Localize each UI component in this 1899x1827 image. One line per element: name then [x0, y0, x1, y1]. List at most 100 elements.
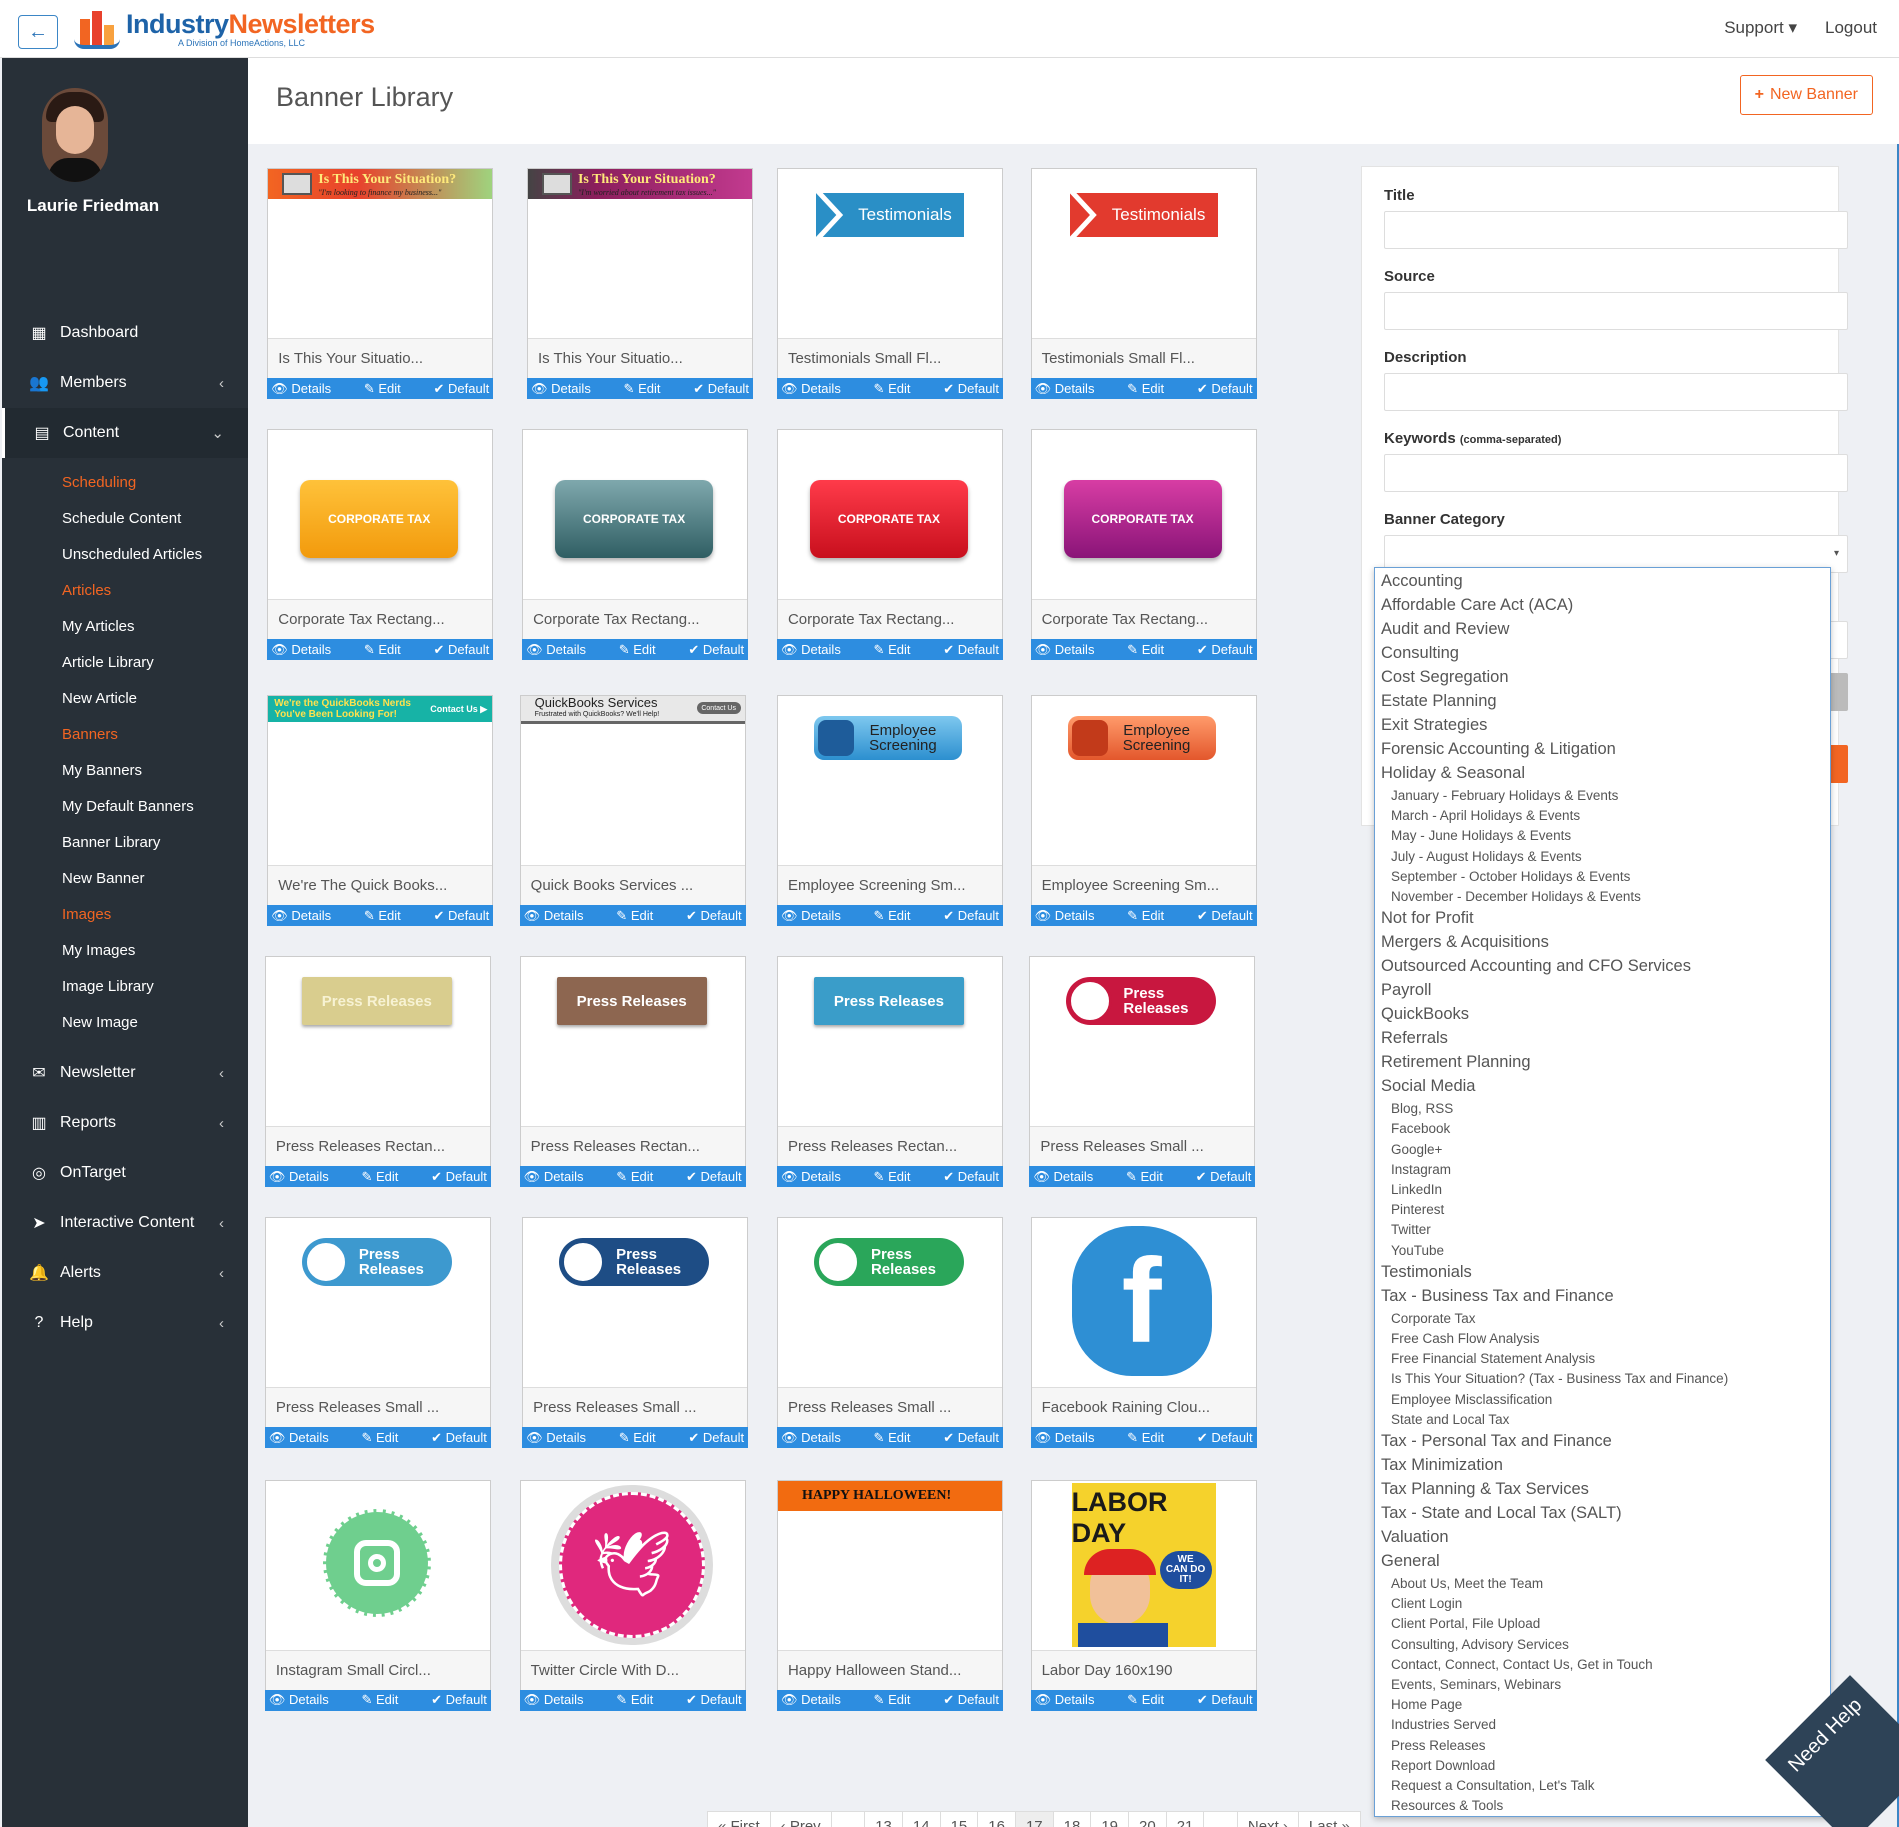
category-option[interactable]: Tax - State and Local Tax (SALT)	[1381, 1504, 1622, 1523]
page-link[interactable]: 17	[1015, 1812, 1054, 1827]
category-option[interactable]: Tax - Personal Tax and Finance	[1381, 1432, 1612, 1451]
support-menu[interactable]: Support ▾	[1724, 18, 1797, 38]
category-option[interactable]: Audit and Review	[1381, 620, 1509, 639]
category-option[interactable]: Request a Consultation, Let's Talk	[1391, 1778, 1594, 1793]
details-button[interactable]: 👁 Details	[271, 381, 331, 397]
banner-thumbnail-laborday[interactable]: LABOR DAY WE CAN DO IT!	[1032, 1481, 1256, 1649]
page-link[interactable]: ...	[832, 1812, 866, 1827]
details-button[interactable]: 👁 Details	[526, 642, 586, 658]
category-option[interactable]: Client Portal, File Upload	[1391, 1616, 1540, 1631]
details-button[interactable]: 👁 Details	[781, 1692, 841, 1708]
banner-thumbnail-halloween[interactable]: HAPPY HALLOWEEN!	[777, 1480, 1002, 1649]
category-option[interactable]: Mergers & Acquisitions	[1381, 933, 1549, 952]
default-button[interactable]: ✔ Default	[693, 381, 749, 397]
default-button[interactable]: ✔ Default	[943, 642, 999, 658]
category-option[interactable]: Payroll	[1381, 981, 1431, 1000]
page-link[interactable]: 21	[1167, 1812, 1205, 1827]
category-option[interactable]: Exit Strategies	[1381, 716, 1487, 735]
new-banner-button[interactable]: + New Banner	[1739, 75, 1873, 115]
category-option[interactable]: State and Local Tax	[1391, 1412, 1509, 1427]
banner-card[interactable]: We're the QuickBooks Nerds You've Been L…	[267, 695, 494, 927]
category-option[interactable]: Pinterest	[1391, 1202, 1444, 1217]
category-option[interactable]: Events, Seminars, Webinars	[1391, 1677, 1561, 1692]
details-button[interactable]: 👁 Details	[1035, 642, 1095, 658]
edit-button[interactable]: ✎ Edit	[364, 381, 401, 397]
category-option[interactable]: Social Media	[1381, 1077, 1475, 1096]
edit-button[interactable]: ✎ Edit	[874, 1430, 911, 1446]
sidebar-sub-image-library[interactable]: Image Library	[2, 968, 248, 1004]
banner-card[interactable]: Press Releases Press Releases Small ... …	[264, 1217, 491, 1449]
sidebar-item-reports[interactable]: ▥ Reports ‹	[2, 1098, 248, 1148]
page-link[interactable]: ...	[1204, 1812, 1238, 1827]
banner-card[interactable]: Testimonials Testimonials Small Fl... 👁 …	[1030, 168, 1257, 399]
sidebar-item-newsletter[interactable]: ✉ Newsletter ‹	[2, 1048, 248, 1098]
sidebar-item-dashboard[interactable]: ▦ Dashboard	[2, 308, 248, 358]
banner-thumbnail-prs-green[interactable]: Press Releases	[778, 1218, 1002, 1386]
banner-thumbnail-situation-finance[interactable]: Is This Your Situation? "I'm looking to f…	[268, 169, 493, 337]
banner-thumbnail-emp-orange[interactable]: Employee Screening	[1032, 696, 1256, 864]
page-link[interactable]: 19	[1091, 1812, 1130, 1827]
category-option[interactable]: General	[1381, 1552, 1440, 1571]
default-button[interactable]: ✔ Default	[434, 908, 490, 924]
sidebar-sub-new-image[interactable]: New Image	[2, 1004, 248, 1040]
category-option[interactable]: Testimonials	[1381, 1263, 1472, 1282]
details-button[interactable]: 👁 Details	[269, 1169, 329, 1185]
banner-card[interactable]: f Facebook Raining Clou... 👁 Details ✎ E…	[1030, 1217, 1257, 1449]
page-link[interactable]: Last »	[1299, 1812, 1360, 1827]
details-button[interactable]: 👁 Details	[781, 1430, 841, 1446]
sidebar-sub-my-default-banners[interactable]: My Default Banners	[2, 788, 248, 824]
banner-card[interactable]: 🕊 Twitter Circle With D... 👁 Details ✎ E…	[519, 1479, 746, 1711]
sidebar-sub-images[interactable]: Images	[2, 896, 248, 932]
details-button[interactable]: 👁 Details	[1035, 1692, 1095, 1708]
page-link[interactable]: 15	[941, 1812, 979, 1827]
sidebar-sub-my-images[interactable]: My Images	[2, 932, 248, 968]
sidebar-sub-new-article[interactable]: New Article	[2, 680, 248, 716]
category-option[interactable]: March - April Holidays & Events	[1391, 808, 1580, 823]
default-button[interactable]: ✔ Default	[686, 1169, 742, 1185]
page-link[interactable]: Next ›	[1238, 1812, 1299, 1827]
default-button[interactable]: ✔ Default	[943, 1430, 999, 1446]
category-option[interactable]: Press Releases	[1391, 1738, 1486, 1753]
default-button[interactable]: ✔ Default	[688, 642, 744, 658]
category-option[interactable]: November - December Holidays & Events	[1391, 889, 1641, 904]
banner-thumbnail-facebook[interactable]: f	[1032, 1218, 1256, 1386]
category-option[interactable]: Free Financial Statement Analysis	[1391, 1351, 1595, 1366]
edit-button[interactable]: ✎ Edit	[624, 381, 661, 397]
default-button[interactable]: ✔ Default	[943, 1692, 999, 1708]
banner-card[interactable]: Press Releases Press Releases Rectan... …	[776, 956, 1003, 1188]
category-option[interactable]: Home Page	[1391, 1697, 1462, 1712]
edit-button[interactable]: ✎ Edit	[361, 1430, 398, 1446]
default-button[interactable]: ✔ Default	[943, 1169, 999, 1185]
default-button[interactable]: ✔ Default	[1197, 908, 1253, 924]
banner-card[interactable]: CORPORATE TAX Corporate Tax Rectang... 👁…	[522, 429, 749, 661]
category-option[interactable]: Blog, RSS	[1391, 1101, 1453, 1116]
details-button[interactable]: 👁 Details	[271, 908, 331, 924]
banner-card[interactable]: QuickBooks Services Frustrated with Quick…	[519, 695, 746, 927]
banner-card[interactable]: Press Releases Press Releases Small ... …	[522, 1217, 749, 1449]
edit-button[interactable]: ✎ Edit	[619, 642, 656, 658]
sidebar-item-help[interactable]: ? Help ‹	[2, 1298, 248, 1348]
details-button[interactable]: 👁 Details	[781, 908, 841, 924]
page-link[interactable]: « First	[708, 1812, 771, 1827]
banner-card[interactable]: CORPORATE TAX Corporate Tax Rectang... 👁…	[1030, 429, 1257, 661]
banner-card[interactable]: CORPORATE TAX Corporate Tax Rectang... 👁…	[776, 429, 1003, 661]
banner-card[interactable]: Press Releases Press Releases Small ... …	[1029, 956, 1256, 1188]
edit-button[interactable]: ✎ Edit	[616, 1169, 653, 1185]
avatar[interactable]	[42, 88, 108, 182]
banner-card[interactable]: Is This Your Situation? "I'm looking to f…	[267, 168, 494, 399]
banner-card[interactable]: HAPPY HALLOWEEN! Happy Halloween Stand..…	[776, 1479, 1003, 1711]
sidebar-sub-my-articles[interactable]: My Articles	[2, 608, 248, 644]
default-button[interactable]: ✔ Default	[1197, 1692, 1253, 1708]
edit-button[interactable]: ✎ Edit	[874, 381, 911, 397]
banner-thumbnail-corp-orange[interactable]: CORPORATE TAX	[268, 430, 492, 598]
sidebar-sub-banners[interactable]: Banners	[2, 716, 248, 752]
edit-button[interactable]: ✎ Edit	[616, 908, 653, 924]
category-option[interactable]: Tax Minimization	[1381, 1456, 1503, 1475]
category-option[interactable]: Outsourced Accounting and CFO Services	[1381, 957, 1691, 976]
category-option[interactable]: YouTube	[1391, 1243, 1444, 1258]
category-option[interactable]: Employee Misclassification	[1391, 1392, 1552, 1407]
category-option[interactable]: Facebook	[1391, 1121, 1450, 1136]
edit-button[interactable]: ✎ Edit	[1126, 1169, 1163, 1185]
category-option[interactable]: Retirement Planning	[1381, 1053, 1531, 1072]
category-option[interactable]: Valuation	[1381, 1528, 1449, 1547]
